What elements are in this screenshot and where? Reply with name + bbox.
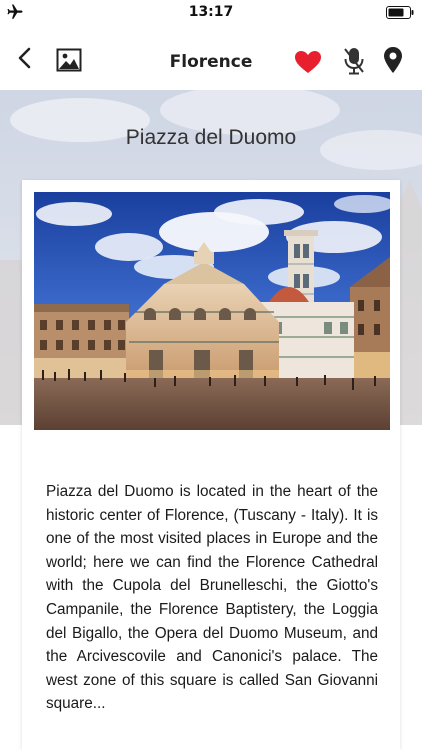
navigation-bar: Florence	[0, 24, 422, 90]
battery-icon	[386, 6, 414, 19]
place-description: Piazza del Duomo is located in the heart…	[46, 483, 378, 713]
gallery-icon[interactable]	[56, 48, 82, 72]
microphone-icon[interactable]	[343, 47, 365, 75]
status-bar: 13:17	[0, 0, 422, 24]
heart-icon[interactable]	[294, 50, 322, 74]
status-time: 13:17	[188, 4, 234, 20]
nav-title: Florence	[169, 52, 253, 72]
place-heading: Piazza del Duomo	[125, 126, 297, 149]
back-chevron-icon[interactable]	[14, 47, 36, 69]
place-photo[interactable]	[34, 192, 390, 430]
place-card: Piazza del Duomo is located in the heart…	[22, 180, 400, 750]
map-pin-icon[interactable]	[381, 46, 405, 74]
